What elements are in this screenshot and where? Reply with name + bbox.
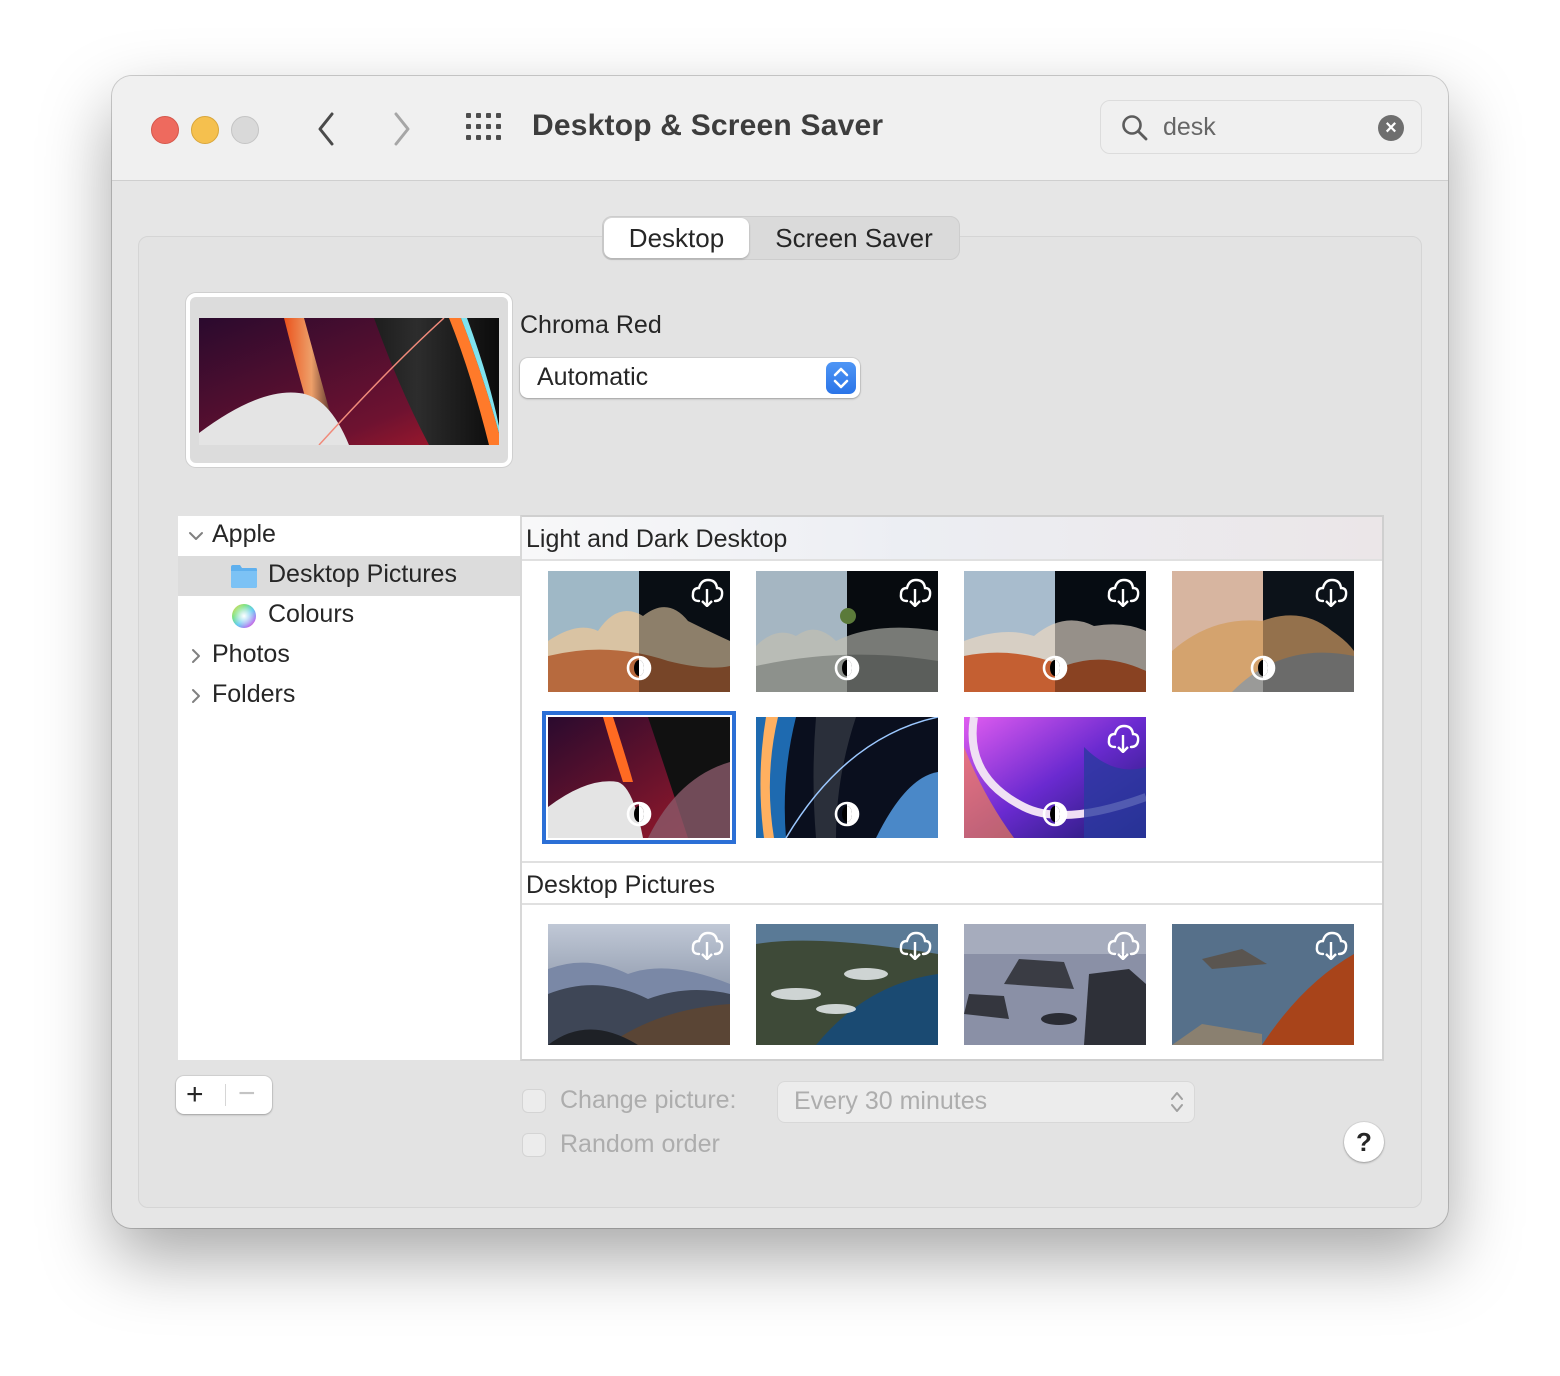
tab-screen-saver[interactable]: Screen Saver [753,218,955,258]
sidebar-item-label: Photos [212,640,290,668]
wallpaper-thumb[interactable] [964,924,1146,1045]
divider [225,1084,226,1106]
cloud-download-icon [691,931,724,960]
cloud-download-icon [1107,931,1140,960]
updown-chevron-icon [826,362,856,394]
cloud-download-icon [1107,578,1140,607]
sidebar-item-colours[interactable]: Colours [178,596,520,636]
appearance-mode-select[interactable]: Automatic [520,358,860,398]
sidebar-item-folders[interactable]: Folders [178,676,520,716]
window-title: Desktop & Screen Saver [532,109,884,142]
preferences-window: Desktop & Screen Saver desk × Desktop Sc… [112,76,1448,1228]
source-list: Apple Desktop Pictures Colours Photos Fo… [178,516,520,1060]
section-title: Light and Dark Desktop [526,525,788,553]
chevron-right-icon[interactable] [386,110,420,148]
light-dark-icon [834,801,860,827]
sidebar-item-desktop-pictures[interactable]: Desktop Pictures [178,556,520,596]
sidebar-item-label: Colours [268,600,355,628]
color-wheel-icon [232,604,256,628]
wallpaper-name: Chroma Red [520,311,662,339]
search-icon [1122,115,1148,141]
section-title: Desktop Pictures [526,871,715,899]
chevron-right-icon[interactable] [188,648,204,664]
appearance-mode-value: Automatic [537,363,649,391]
change-interval-value: Every 30 minutes [794,1087,988,1115]
random-order-checkbox[interactable] [522,1133,546,1157]
cloud-download-icon [1315,931,1348,960]
cloud-download-icon [1107,724,1140,753]
light-dark-icon [626,801,652,827]
add-remove-control: + − [176,1076,272,1114]
change-interval-select[interactable]: Every 30 minutes [777,1081,1195,1123]
wallpaper-thumb[interactable] [756,717,938,838]
updown-chevron-icon [1171,1092,1183,1112]
wallpaper-gallery[interactable]: Light and Dark Desktop Desktop Pictures [520,515,1384,1061]
wallpaper-thumb[interactable] [964,717,1146,838]
minimize-button[interactable] [191,116,219,144]
chevron-down-icon[interactable] [188,528,204,544]
cloud-download-icon [899,578,932,607]
cloud-download-icon [691,578,724,607]
chroma-red-preview-image [199,318,499,445]
grid-icon[interactable] [465,112,503,142]
chevron-right-icon[interactable] [188,688,204,704]
folder-icon [231,565,257,588]
search-input[interactable]: desk [1163,113,1216,142]
clear-search-icon[interactable]: × [1378,115,1404,141]
wallpaper-thumb[interactable] [964,571,1146,692]
change-picture-label: Change picture: [560,1086,737,1114]
random-order-label: Random order [560,1130,720,1158]
light-dark-icon [626,655,652,681]
change-picture-checkbox[interactable] [522,1089,546,1113]
wallpaper-thumb[interactable] [548,924,730,1045]
sidebar-item-photos[interactable]: Photos [178,636,520,676]
help-button[interactable]: ? [1344,1122,1384,1162]
wallpaper-thumb[interactable] [548,717,730,838]
sidebar-item-label: Folders [212,680,296,708]
light-dark-icon [1250,655,1276,681]
remove-folder-button[interactable]: − [238,1076,256,1112]
sidebar-item-label: Desktop Pictures [268,560,457,588]
wallpaper-thumb[interactable] [1172,924,1354,1045]
light-dark-icon [1042,801,1068,827]
sidebar-item-apple[interactable]: Apple [178,516,520,556]
section-header: Desktop Pictures [522,861,1382,905]
chevron-left-icon[interactable] [310,110,344,148]
light-dark-icon [1042,655,1068,681]
tab-bar: Desktop Screen Saver [602,216,960,260]
section-header: Light and Dark Desktop [522,517,1382,561]
tab-desktop[interactable]: Desktop [604,218,749,258]
zoom-button[interactable] [231,116,259,144]
close-button[interactable] [151,116,179,144]
wallpaper-thumb[interactable] [756,571,938,692]
search-field[interactable]: desk × [1100,100,1422,154]
wallpaper-thumb[interactable] [756,924,938,1045]
wallpaper-preview [186,293,512,467]
add-folder-button[interactable]: + [186,1076,204,1114]
light-dark-icon [834,655,860,681]
wallpaper-thumb[interactable] [1172,571,1354,692]
sidebar-item-label: Apple [212,520,276,548]
wallpaper-thumb[interactable] [548,571,730,692]
toolbar: Desktop & Screen Saver desk × [112,76,1448,181]
cloud-download-icon [899,931,932,960]
cloud-download-icon [1315,578,1348,607]
